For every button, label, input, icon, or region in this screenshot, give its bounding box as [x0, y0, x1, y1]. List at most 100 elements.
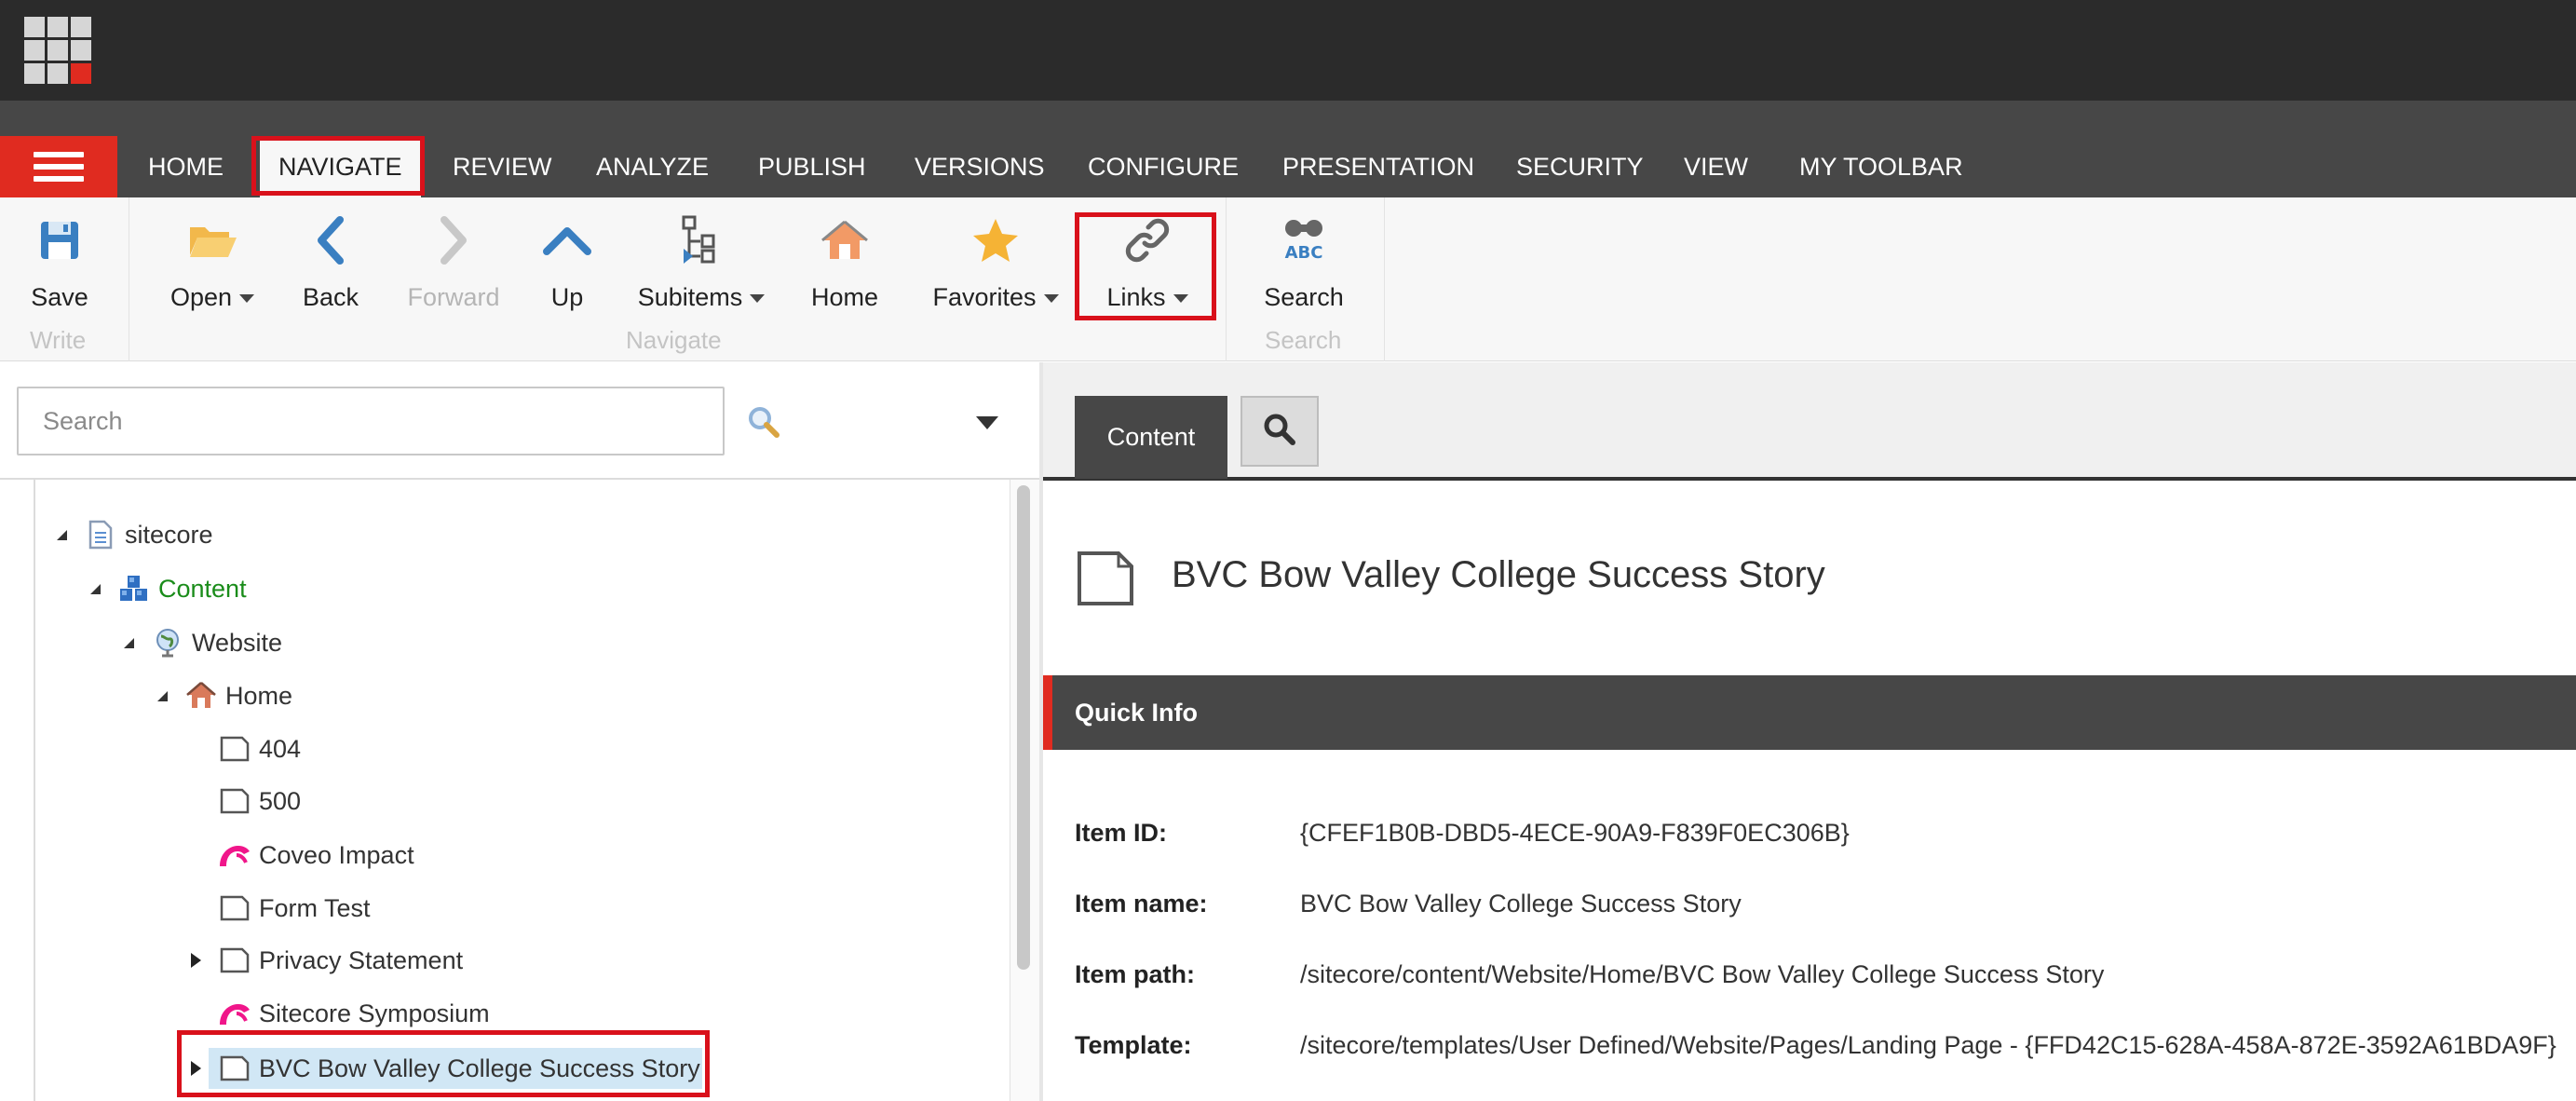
collapse-icon[interactable]: [52, 525, 71, 544]
up-button[interactable]: Up: [543, 197, 591, 319]
tree-node-bvc-success-story: BVC Bow Valley College Success Story: [186, 1045, 700, 1092]
open-button[interactable]: Open: [168, 197, 257, 319]
item-title: BVC Bow Valley College Success Story: [1172, 554, 1825, 595]
arrow-up-icon: [543, 197, 591, 283]
tab-publish[interactable]: PUBLISH: [758, 136, 866, 197]
tree-node-coveo-impact: Coveo Impact: [186, 832, 414, 878]
binoculars-icon: ABC: [1279, 197, 1329, 283]
page-icon: [218, 784, 251, 818]
tree-search-input[interactable]: [17, 387, 725, 455]
tab-review[interactable]: REVIEW: [453, 136, 552, 197]
tree-node-label[interactable]: 404: [259, 735, 301, 764]
collapse-icon[interactable]: [119, 633, 138, 652]
tree-node-404: 404: [186, 726, 301, 772]
arrow-right-icon: [435, 197, 472, 283]
tree-node-label[interactable]: Coveo Impact: [259, 841, 414, 870]
template-value: /sitecore/templates/User Defined/Website…: [1300, 1031, 2556, 1059]
tree-scrollbar-thumb[interactable]: [1017, 485, 1030, 970]
tab-home[interactable]: HOME: [148, 136, 224, 197]
tree-node-label[interactable]: Privacy Statement: [259, 946, 463, 975]
home-button[interactable]: Home: [807, 197, 883, 319]
home-icon: [820, 197, 869, 283]
content-editor-panel: Content BVC Bow Valley College Success S…: [1043, 362, 2576, 1101]
tree-node-label[interactable]: sitecore: [125, 521, 213, 550]
svg-text:ABC: ABC: [1285, 243, 1323, 263]
search-icon[interactable]: [745, 403, 782, 441]
collapse-icon[interactable]: [86, 579, 104, 598]
tree-node-label[interactable]: Form Test: [259, 894, 371, 923]
arrow-left-icon: [312, 197, 349, 283]
item-path-value: /sitecore/content/Website/Home/BVC Bow V…: [1300, 960, 2105, 988]
tab-content[interactable]: Content: [1075, 396, 1227, 479]
tab-navigate[interactable]: NAVIGATE: [260, 136, 421, 197]
globe-icon: [151, 626, 184, 659]
item-id-value: {CFEF1B0B-DBD5-4ECE-90A9-F839F0EC306B}: [1300, 819, 1850, 847]
item-path-label: Item path:: [1075, 960, 1196, 988]
content-tree-panel: sitecore Content Website Home 404 500 Co…: [0, 362, 1039, 1101]
home-icon: [184, 679, 218, 713]
group-separator: [1226, 197, 1227, 361]
tree-node-label[interactable]: Sitecore Symposium: [259, 999, 490, 1028]
tree-node-label[interactable]: BVC Bow Valley College Success Story: [259, 1054, 700, 1083]
item-id-label: Item ID:: [1075, 819, 1168, 847]
tab-presentation[interactable]: PRESENTATION: [1282, 136, 1474, 197]
links-button[interactable]: Links: [1103, 197, 1192, 319]
page-icon: [1077, 550, 1134, 606]
page-icon: [218, 732, 251, 766]
tree-node-label[interactable]: 500: [259, 787, 301, 816]
tab-my-toolbar[interactable]: MY TOOLBAR: [1799, 136, 1963, 197]
coveo-icon: [218, 838, 251, 872]
document-icon: [84, 518, 117, 551]
search-tab-button[interactable]: [1241, 396, 1319, 467]
menu-icon[interactable]: [0, 136, 117, 197]
tree-node-website: Website: [119, 619, 282, 666]
divider: [0, 478, 1039, 480]
chevron-down-icon: [750, 294, 766, 304]
save-button[interactable]: Save: [20, 197, 99, 319]
favorites-button[interactable]: Favorites: [928, 197, 1064, 319]
quick-info-section-header[interactable]: Quick Info: [1043, 675, 2576, 750]
chevron-down-icon: [1173, 294, 1188, 304]
tab-security[interactable]: SECURITY: [1516, 136, 1644, 197]
tree-node-label[interactable]: Content: [158, 575, 247, 604]
group-separator: [1384, 197, 1385, 361]
expand-icon[interactable]: [186, 951, 205, 970]
item-name-label: Item name:: [1075, 890, 1208, 918]
back-button[interactable]: Back: [298, 197, 363, 319]
tree-guide-line: [34, 480, 35, 1101]
tree-node-sitecore-symposium: Sitecore Symposium: [186, 990, 490, 1037]
forward-button[interactable]: Forward: [404, 197, 503, 319]
tab-analyze[interactable]: ANALYZE: [596, 136, 709, 197]
tree-node-label[interactable]: Website: [192, 629, 282, 658]
group-label-write: Write: [30, 326, 87, 354]
editor-tabs: Content: [1043, 362, 2576, 481]
hierarchy-icon: [680, 197, 723, 283]
launchpad-icon[interactable]: [24, 17, 91, 84]
search-ribbon-button[interactable]: ABC Search: [1263, 197, 1345, 319]
link-icon: [1124, 197, 1171, 283]
tab-versions[interactable]: VERSIONS: [915, 136, 1045, 197]
ribbon-tabs: HOME NAVIGATE REVIEW ANALYZE PUBLISH VER…: [0, 101, 2576, 197]
chevron-down-icon: [1043, 294, 1059, 304]
page-icon: [218, 1052, 251, 1085]
subitems-button[interactable]: Subitems: [631, 197, 771, 319]
folder-open-icon: [186, 197, 238, 283]
tab-configure[interactable]: CONFIGURE: [1088, 136, 1239, 197]
tab-view[interactable]: VIEW: [1684, 136, 1748, 197]
tree-node-privacy-statement: Privacy Statement: [186, 937, 463, 984]
top-bar: [0, 0, 2576, 101]
group-label-navigate: Navigate: [626, 326, 722, 354]
tree-node-label[interactable]: Home: [225, 682, 292, 711]
expand-icon[interactable]: [186, 1059, 205, 1078]
page-icon: [218, 944, 251, 977]
tree-node-500: 500: [186, 778, 301, 824]
save-icon: [37, 197, 82, 283]
chevron-down-icon[interactable]: [969, 409, 1006, 437]
search-icon: [1261, 411, 1298, 453]
content-cubes-icon: [117, 572, 151, 605]
template-label: Template:: [1075, 1031, 1192, 1059]
group-label-search: Search: [1265, 326, 1342, 354]
chevron-down-icon: [239, 294, 255, 304]
tree-node-sitecore: sitecore: [52, 511, 213, 558]
collapse-icon[interactable]: [153, 686, 171, 705]
